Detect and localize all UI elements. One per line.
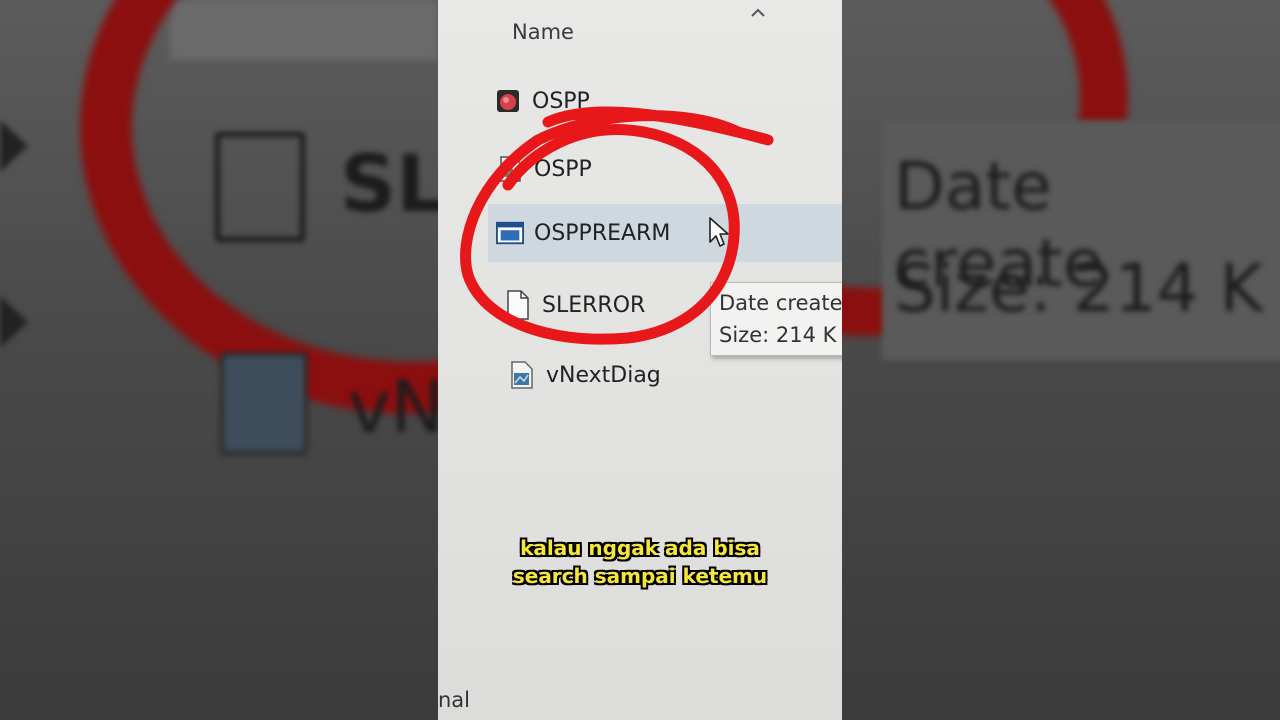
- executable-window-icon: [496, 219, 524, 247]
- blurred-text: vN: [348, 365, 438, 449]
- blurred-arrow-icon: [0, 296, 28, 348]
- file-name: vNextDiag: [546, 362, 661, 388]
- app-icon: [494, 87, 522, 115]
- caption-line-1: kalau nggak ada bisa: [520, 536, 760, 560]
- file-row[interactable]: OSPP: [494, 78, 794, 124]
- name-column-header[interactable]: Name: [512, 20, 574, 44]
- caption-line-2: search sampai ketemu: [512, 564, 768, 588]
- tooltip-size-line: Size: 214 K: [719, 323, 837, 347]
- chevron-up-icon[interactable]: [749, 4, 767, 22]
- blurred-background-left: SLE vN: [0, 0, 438, 720]
- script-file-icon: [496, 155, 524, 183]
- blurred-background-right: Date create Size: 214 K: [842, 0, 1280, 720]
- file-tooltip: Date create Size: 214 K: [710, 282, 842, 356]
- file-name: OSPP: [534, 156, 592, 182]
- file-row-selected[interactable]: OSPPREARM: [488, 204, 842, 262]
- tooltip-date-line: Date create: [719, 291, 842, 315]
- file-name: SLERROR: [542, 292, 646, 318]
- file-name: OSPP: [532, 88, 590, 114]
- file-row[interactable]: OSPP: [496, 146, 796, 192]
- blank-document-icon: [504, 290, 532, 320]
- blurred-image-file-icon: [220, 352, 308, 455]
- blurred-text: Size: 214 K: [894, 250, 1263, 327]
- bottom-text-fragment: nal: [438, 688, 471, 712]
- file-explorer-panel: Name OSPP OSPP OSPPREARM SLERROR vNextDi…: [438, 0, 842, 720]
- image-file-icon: [508, 361, 536, 389]
- file-row[interactable]: vNextDiag: [508, 352, 808, 398]
- file-row[interactable]: SLERROR: [504, 282, 714, 328]
- mouse-cursor-icon: [709, 217, 729, 247]
- blurred-document-icon: [215, 132, 305, 242]
- blurred-arrow-icon: [0, 120, 28, 172]
- file-name: OSPPREARM: [534, 220, 671, 246]
- blurred-text: SLE: [340, 140, 438, 230]
